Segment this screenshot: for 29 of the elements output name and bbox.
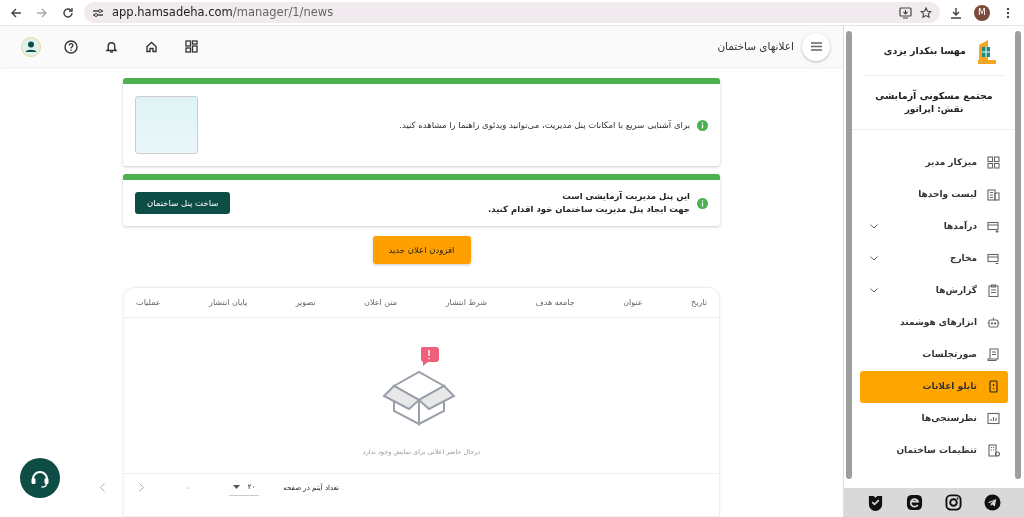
sidebar-item[interactable]: صورتجلسات: [860, 338, 1008, 371]
add-announcement-button[interactable]: افزودن اعلان جدید: [372, 236, 471, 264]
column-header: جامعه هدف: [535, 296, 575, 309]
column-header: متن اعلان: [364, 296, 398, 309]
sidebar-item[interactable]: تابلو اعلانات: [860, 370, 1008, 403]
trial-title: این پنل مدیریت آزمایشی است: [561, 190, 690, 203]
guide-text: برای آشنایی سریع با امکانات پنل مدیریت، می‌توانید ویدئوی راهنما را مشاهده کنید.: [399, 118, 690, 132]
trial-text: جهت ایجاد پنل مدیریت ساختمان خود اقدام کنید.: [488, 203, 690, 216]
sidebar-item[interactable]: درآمدها: [860, 210, 1008, 243]
sidebar-item[interactable]: میزکار مدیر: [860, 146, 1008, 179]
column-header: تصویر: [295, 296, 316, 309]
column-header: عملیات: [136, 296, 161, 309]
user-name: مهسا بنکدار یزدی: [883, 44, 966, 59]
sidebar-item[interactable]: لیست واحدها: [860, 178, 1008, 211]
sidebar-item[interactable]: مخارج: [860, 242, 1008, 275]
user-role: نقش: اپراتور: [903, 103, 965, 117]
sidebar-item[interactable]: ابزارهای هوشمند: [860, 306, 1008, 339]
url-text: app.hamsadeha.com/manager/1/news: [112, 3, 334, 21]
page-title: اعلانهای ساختمان: [717, 38, 794, 55]
address-bar[interactable]: app.hamsadeha.com/manager/1/news: [84, 2, 940, 23]
column-header: شرط انتشار: [445, 296, 487, 309]
sidebar-item[interactable]: نظرسنجی‌ها: [860, 402, 1008, 435]
column-header: تاریخ: [691, 296, 707, 309]
complex-name: مجتمع مسکونی آزمایشی: [874, 89, 994, 104]
sidebar-item[interactable]: تنظیمات ساختمان: [860, 434, 1008, 467]
column-header: پایان انتشار: [209, 296, 248, 309]
column-header: عنوان: [623, 296, 643, 309]
create-panel-button[interactable]: ساخت پنل ساختمان: [135, 191, 231, 215]
sidebar-item[interactable]: گزارش‌ها: [860, 274, 1008, 307]
